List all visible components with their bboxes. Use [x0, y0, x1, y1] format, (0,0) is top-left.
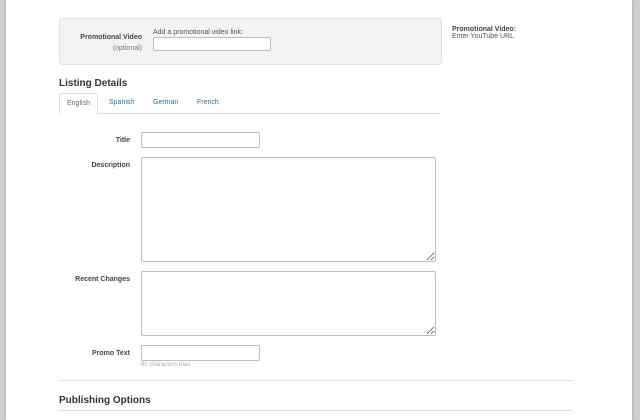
listing-details-heading: Listing Details: [59, 78, 128, 89]
section-divider-bottom: [59, 410, 572, 411]
tab-german[interactable]: German: [153, 93, 178, 112]
publishing-options-heading: Publishing Options: [59, 395, 151, 406]
title-input[interactable]: [141, 132, 260, 148]
promotional-video-label: Promotional Video: [80, 34, 142, 41]
page-panel: Promotional Video (optional) Add a promo…: [6, 0, 632, 420]
promotional-video-box: Promotional Video (optional) Add a promo…: [59, 18, 442, 65]
recent-changes-textarea[interactable]: [141, 271, 436, 336]
promotional-video-help-text: Enter YouTube URL: [452, 33, 515, 40]
promotional-video-input[interactable]: [153, 37, 271, 51]
promotional-video-hint: Add a promotional video link:: [153, 29, 243, 36]
language-tabs: English Spanish German French: [59, 93, 440, 114]
promo-text-label: Promo Text: [92, 350, 130, 357]
promotional-video-optional: (optional): [112, 45, 142, 52]
promotional-video-help-title: Promotional Video:: [452, 26, 517, 33]
description-label: Description: [91, 162, 130, 169]
section-divider: [59, 380, 572, 381]
title-label: Title: [115, 137, 130, 144]
tab-french[interactable]: French: [197, 93, 219, 112]
tab-spanish[interactable]: Spanish: [109, 93, 134, 112]
description-textarea[interactable]: [141, 157, 436, 262]
tab-english[interactable]: English: [59, 93, 98, 114]
promo-text-input[interactable]: [141, 345, 260, 361]
recent-changes-label: Recent Changes: [75, 276, 130, 283]
promo-text-hint: 80 characters max: [141, 362, 191, 368]
